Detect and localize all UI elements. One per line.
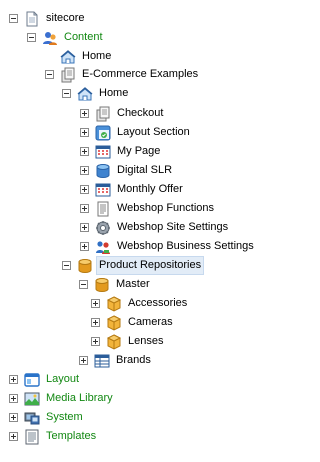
- tree-node-label: Home: [99, 87, 129, 99]
- tree-node-checkout[interactable]: Checkout: [80, 105, 165, 122]
- tree-node-master[interactable]: Master: [79, 276, 152, 293]
- collapse-toggle[interactable]: [79, 280, 88, 289]
- expand-toggle[interactable]: [80, 109, 89, 118]
- tree-node-webshop-functions[interactable]: Webshop Functions: [80, 200, 216, 217]
- cube-icon: [106, 333, 122, 350]
- collapse-toggle[interactable]: [62, 89, 71, 98]
- cube-icon: [106, 295, 122, 312]
- expand-toggle[interactable]: [80, 242, 89, 251]
- collapse-toggle[interactable]: [9, 14, 18, 23]
- database-icon: [96, 163, 110, 178]
- expand-toggle[interactable]: [80, 185, 89, 194]
- expand-toggle[interactable]: [91, 318, 100, 327]
- document-text-icon: [97, 201, 109, 216]
- tree-node-label: Content: [64, 31, 103, 43]
- tree-node-label: Master: [116, 278, 150, 290]
- tree-node-content[interactable]: Content: [27, 29, 105, 46]
- tree-node-label: Digital SLR: [117, 164, 173, 176]
- tree-node-cameras[interactable]: Cameras: [91, 314, 175, 331]
- content-tree: sitecore Content Home E-Commerce Example…: [0, 0, 266, 462]
- tree-node-label: System: [46, 411, 83, 423]
- collapse-toggle[interactable]: [62, 261, 71, 270]
- tree-node-sitecore[interactable]: sitecore: [9, 10, 87, 27]
- expand-toggle[interactable]: [91, 299, 100, 308]
- tree-node-accessories[interactable]: Accessories: [91, 295, 189, 312]
- tree-node-webshop-site-settings[interactable]: Webshop Site Settings: [80, 219, 230, 236]
- layout-icon: [24, 372, 40, 387]
- tree-node-digital-slr[interactable]: Digital SLR: [80, 162, 174, 179]
- home-icon: [77, 86, 93, 100]
- cylinder-icon: [95, 277, 109, 292]
- tree-node-label: Monthly Offer: [117, 183, 183, 195]
- tree-node-label: Webshop Site Settings: [117, 221, 229, 233]
- tree-node-ecommerce-examples[interactable]: E-Commerce Examples: [45, 66, 200, 83]
- tree-node-label: Cameras: [128, 316, 173, 328]
- tree-node-home-shop[interactable]: Home: [62, 85, 130, 102]
- people-icon: [43, 31, 57, 45]
- cylinder-icon: [78, 258, 92, 273]
- expand-toggle[interactable]: [91, 337, 100, 346]
- tree-node-label: My Page: [117, 145, 161, 157]
- tree-node-label: Checkout: [117, 107, 164, 119]
- collapse-toggle[interactable]: [27, 33, 36, 42]
- tree-node-label: Product Repositories: [96, 256, 205, 275]
- expand-toggle[interactable]: [9, 375, 18, 384]
- tree-node-label: Layout Section: [117, 126, 190, 138]
- home-icon: [60, 49, 76, 63]
- tree-node-webshop-business-settings[interactable]: Webshop Business Settings: [80, 238, 256, 255]
- tree-node-templates[interactable]: Templates: [9, 428, 98, 445]
- tree-node-monthly-offer[interactable]: Monthly Offer: [80, 181, 185, 198]
- business-users-icon: [96, 240, 110, 254]
- expand-toggle[interactable]: [80, 223, 89, 232]
- tree-node-product-repositories[interactable]: Product Repositories: [62, 256, 205, 275]
- tree-node-label: Templates: [46, 430, 97, 442]
- tree-node-layout-section[interactable]: Layout Section: [80, 124, 192, 141]
- tree-node-media-library[interactable]: Media Library: [9, 390, 115, 407]
- collapse-toggle[interactable]: [45, 70, 54, 79]
- tree-node-lenses[interactable]: Lenses: [91, 333, 165, 350]
- template-icon: [25, 429, 39, 444]
- tree-node-label: Webshop Business Settings: [117, 240, 254, 252]
- expand-toggle[interactable]: [9, 413, 18, 422]
- tree-node-label: sitecore: [46, 12, 85, 24]
- expand-toggle[interactable]: [80, 147, 89, 156]
- expand-toggle[interactable]: [80, 204, 89, 213]
- files-icon: [61, 67, 75, 82]
- expand-toggle[interactable]: [80, 128, 89, 137]
- files-icon: [96, 106, 110, 121]
- tree-node-system[interactable]: System: [9, 409, 85, 426]
- cube-icon: [106, 314, 122, 331]
- tree-node-label: Layout: [46, 373, 80, 385]
- table-icon: [94, 354, 110, 367]
- tree-node-label: Brands: [116, 354, 151, 366]
- tree-node-label: Home: [82, 50, 112, 62]
- tree-node-label: Accessories: [128, 297, 188, 309]
- calendar-grid-icon: [95, 183, 111, 196]
- tree-node-label: E-Commerce Examples: [82, 68, 199, 80]
- expand-toggle[interactable]: [9, 432, 18, 441]
- document-icon: [26, 11, 38, 26]
- expand-toggle[interactable]: [9, 394, 18, 403]
- calendar-grid-icon: [95, 145, 111, 158]
- expand-toggle[interactable]: [79, 356, 88, 365]
- system-icon: [24, 412, 40, 424]
- tree-node-brands[interactable]: Brands: [79, 352, 153, 369]
- layout-section-icon: [95, 125, 111, 140]
- image-icon: [24, 392, 40, 405]
- tree-node-label: Webshop Functions: [117, 202, 215, 214]
- tree-node-label: Media Library: [46, 392, 113, 404]
- tree-node-layout[interactable]: Layout: [9, 371, 81, 388]
- tree-node-home[interactable]: Home: [45, 48, 113, 65]
- tree-node-label: Lenses: [128, 335, 164, 347]
- gear-icon: [96, 220, 110, 235]
- expand-toggle[interactable]: [80, 166, 89, 175]
- tree-node-my-page[interactable]: My Page: [80, 143, 162, 160]
